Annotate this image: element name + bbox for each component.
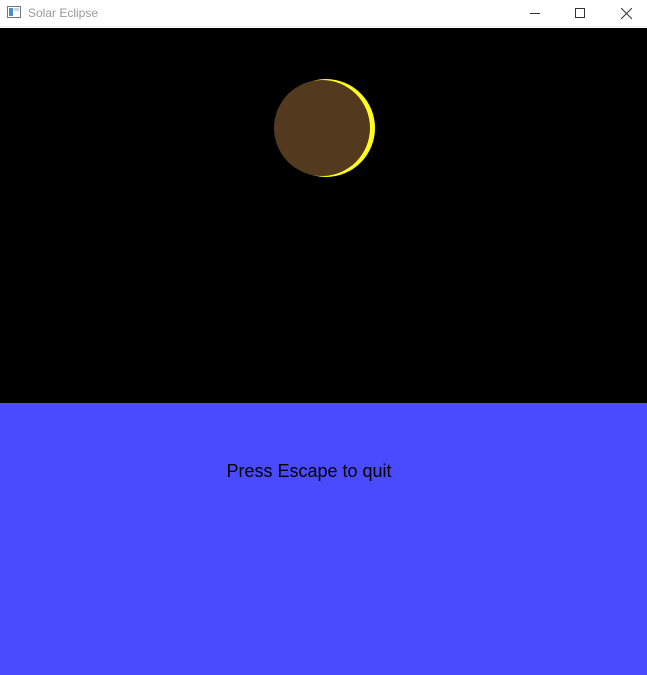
- title-bar[interactable]: Solar Eclipse: [0, 0, 647, 27]
- app-icon: [7, 6, 21, 18]
- window-title: Solar Eclipse: [28, 6, 99, 20]
- maximize-button[interactable]: [557, 0, 603, 26]
- minimize-icon: [530, 13, 540, 14]
- app-window: Solar Eclipse Press Escape to quit: [0, 0, 647, 675]
- minimize-button[interactable]: [512, 0, 558, 26]
- eclipse-graphic: [274, 79, 375, 177]
- moon: [274, 80, 370, 176]
- close-icon: [620, 7, 632, 19]
- quit-instruction: Press Escape to quit: [226, 461, 392, 481]
- ground-area: [0, 403, 647, 675]
- maximize-icon: [575, 8, 585, 18]
- close-button[interactable]: [603, 0, 647, 26]
